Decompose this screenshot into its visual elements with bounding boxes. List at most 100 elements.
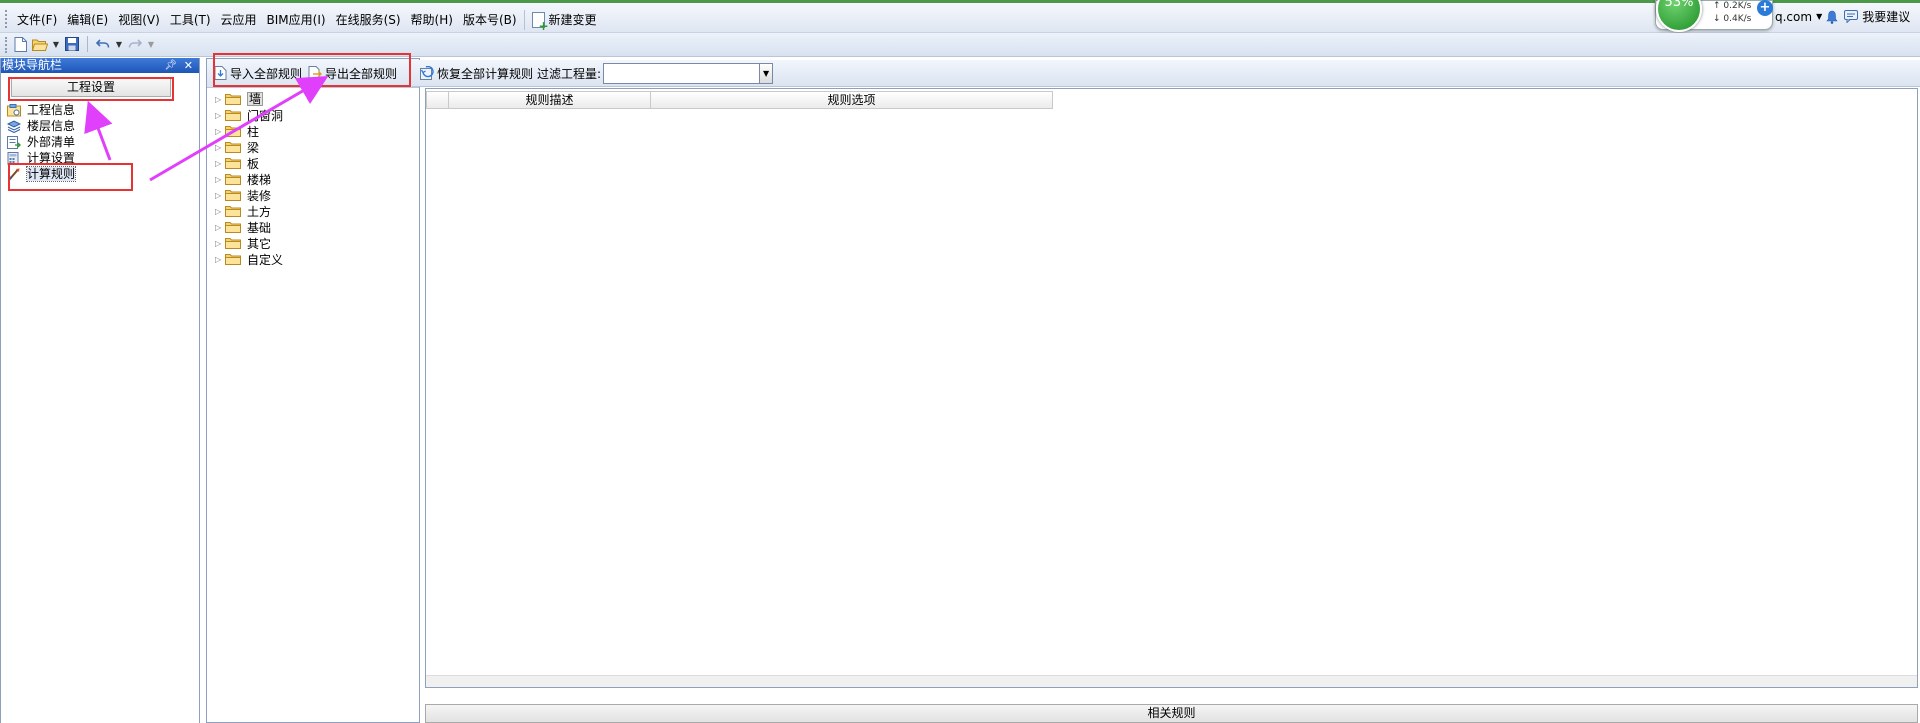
open-folder-icon[interactable] (32, 36, 48, 52)
bell-icon[interactable] (1826, 10, 1838, 24)
nav-item-label: 工程信息 (27, 103, 76, 117)
toolbar-separator (87, 36, 88, 52)
tree-item-label: 土方 (247, 204, 272, 219)
menu-grip[interactable] (5, 10, 8, 28)
suggest-link[interactable]: 我要建议 (1862, 8, 1910, 25)
grid-row-header-column[interactable] (426, 91, 449, 109)
pin-icon[interactable]: 📌︎ (164, 58, 177, 73)
account-area: q.com ▼ 我要建议 (1775, 8, 1910, 25)
expand-arrow-icon[interactable]: ▷ (215, 159, 225, 168)
export-all-rules-button[interactable]: 导出全部规则 (308, 65, 397, 82)
folder-icon (225, 253, 241, 265)
chevron-down-icon[interactable]: ▼ (1816, 12, 1822, 21)
tree-item-label: 板 (247, 156, 260, 171)
nav-item-project-info[interactable]: 工程信息 (7, 102, 197, 118)
nav-item-calc-rules[interactable]: 计算规则 (7, 166, 197, 182)
filter-quantity-select[interactable]: ▼ (603, 62, 774, 84)
expand-arrow-icon[interactable]: ▷ (215, 111, 225, 120)
menu-help[interactable]: 帮助(H) (406, 9, 458, 30)
add-icon[interactable]: + (1757, 0, 1773, 16)
tab-project-settings[interactable]: 工程设置 (11, 77, 171, 97)
expand-arrow-icon[interactable]: ▷ (215, 127, 225, 136)
menu-separator (523, 9, 525, 30)
upload-speed: ↑ 0.2K/s (1713, 1, 1751, 11)
expand-arrow-icon[interactable]: ▷ (215, 95, 225, 104)
grid-column-rule-options[interactable]: 规则选项 (651, 91, 1053, 109)
tree-item-label: 梁 (247, 140, 260, 155)
menu: 文件(F) 编辑(E) 视图(V) 工具(T) 云应用 BIM应用(I) 在线服… (12, 9, 602, 33)
folder-icon (225, 93, 241, 105)
rules-toolbar: 恢复全部计算规则 过滤工程量: ▼ (412, 60, 1920, 87)
folder-icon (225, 205, 241, 217)
import-all-rules-label: 导入全部规则 (230, 66, 303, 81)
project-info-icon (7, 103, 21, 117)
menu-version[interactable]: 版本号(B) (458, 9, 522, 30)
expand-arrow-icon[interactable]: ▷ (215, 143, 225, 152)
tree-item[interactable]: ▷ 墙 (215, 91, 283, 107)
rule-category-tree: ▷ 墙 ▷ 门窗洞 ▷ 柱 ▷ 梁 ▷ 板 ▷ 楼梯 ▷ 装修 ▷ 土方 ▷ 基础 ▷ 其它 ▷ 自定义 (215, 91, 283, 267)
toolbar-grip[interactable] (5, 37, 8, 53)
expand-arrow-icon[interactable]: ▷ (215, 207, 225, 216)
new-document-icon (531, 11, 549, 33)
menu-online[interactable]: 在线服务(S) (331, 9, 406, 30)
menu-tools[interactable]: 工具(T) (165, 9, 216, 30)
tree-item[interactable]: ▷ 自定义 (215, 251, 283, 267)
expand-arrow-icon[interactable]: ▷ (215, 255, 225, 264)
tree-item[interactable]: ▷ 装修 (215, 187, 283, 203)
tree-item-label: 楼梯 (247, 172, 272, 187)
save-icon[interactable] (64, 36, 80, 52)
chevron-down-icon[interactable]: ▼ (147, 40, 155, 49)
menu-edit[interactable]: 编辑(E) (62, 9, 113, 30)
chevron-down-icon[interactable]: ▼ (759, 63, 773, 83)
rules-grid: 规则描述 规则选项 (425, 88, 1918, 688)
expand-arrow-icon[interactable]: ▷ (215, 191, 225, 200)
expand-arrow-icon[interactable]: ▷ (215, 223, 225, 232)
undo-icon[interactable] (95, 36, 111, 52)
download-arrow-icon: ↓ (1713, 14, 1721, 24)
nav-item-floor-info[interactable]: 楼层信息 (7, 118, 197, 134)
calc-settings-icon (7, 151, 21, 165)
close-icon[interactable]: ✕ (184, 58, 193, 73)
folder-icon (225, 173, 241, 185)
nav-item-label: 楼层信息 (27, 119, 76, 133)
account-domain[interactable]: q.com (1775, 10, 1812, 24)
new-change-button[interactable]: 新建变更 (527, 9, 602, 33)
horizontal-scrollbar[interactable] (426, 675, 1917, 687)
folder-icon (225, 125, 241, 137)
folder-icon (225, 109, 241, 121)
expand-arrow-icon[interactable]: ▷ (215, 175, 225, 184)
restore-all-rules-button[interactable]: 恢复全部计算规则 (420, 65, 533, 82)
tree-item-label: 柱 (247, 124, 260, 139)
nav-item-calc-settings[interactable]: 计算设置 (7, 150, 197, 166)
redo-icon[interactable] (127, 36, 143, 52)
grid-column-rule-description[interactable]: 规则描述 (449, 91, 651, 109)
upload-speed-value: 0.2K/s (1723, 1, 1752, 11)
feedback-icon[interactable] (1844, 10, 1859, 24)
tree-item-label: 装修 (247, 188, 272, 203)
chevron-down-icon[interactable]: ▼ (115, 40, 123, 49)
menu-bar: 文件(F) 编辑(E) 视图(V) 工具(T) 云应用 BIM应用(I) 在线服… (0, 3, 1920, 33)
new-file-icon[interactable] (12, 36, 28, 52)
tree-item-label: 基础 (247, 220, 272, 235)
chevron-down-icon[interactable]: ▼ (52, 40, 60, 49)
nav-item-external-list[interactable]: 外部清单 (7, 134, 197, 150)
import-all-rules-button[interactable]: 导入全部规则 (213, 65, 302, 82)
tree-item[interactable]: ▷ 基础 (215, 219, 283, 235)
tree-item[interactable]: ▷ 柱 (215, 123, 283, 139)
menu-file[interactable]: 文件(F) (12, 9, 62, 30)
menu-view[interactable]: 视图(V) (113, 9, 165, 30)
tree-item[interactable]: ▷ 板 (215, 155, 283, 171)
tree-item[interactable]: ▷ 梁 (215, 139, 283, 155)
tree-item[interactable]: ▷ 其它 (215, 235, 283, 251)
expand-arrow-icon[interactable]: ▷ (215, 239, 225, 248)
related-rules-bar[interactable]: 相关规则 (425, 704, 1918, 723)
nav-item-label: 计算设置 (27, 151, 76, 165)
menu-bim[interactable]: BIM应用(I) (262, 9, 331, 30)
tree-item-label: 其它 (247, 236, 272, 251)
tree-item[interactable]: ▷ 土方 (215, 203, 283, 219)
nav-list: 工程信息 楼层信息 外部清单 计算设置 计算规则 (7, 102, 197, 182)
tree-item[interactable]: ▷ 门窗洞 (215, 107, 283, 123)
tree-item[interactable]: ▷ 楼梯 (215, 171, 283, 187)
menu-cloud[interactable]: 云应用 (216, 9, 262, 30)
folder-icon (225, 221, 241, 233)
